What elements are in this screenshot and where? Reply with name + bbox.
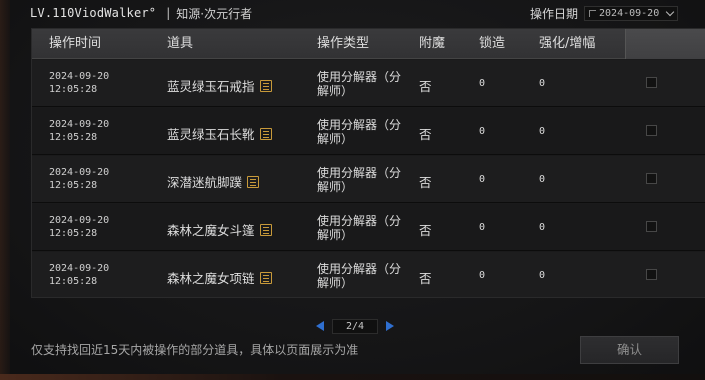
row-op-type: 使用分解器（分 解师） bbox=[317, 70, 417, 98]
row-enhance: 0 bbox=[539, 270, 546, 281]
dialog-frame: LV.110ViodWalker° | 知源·次元行者 操作日期 2024-09… bbox=[0, 0, 705, 380]
row-select-checkbox[interactable] bbox=[646, 125, 657, 136]
date-filter-label: 操作日期 bbox=[530, 7, 579, 21]
item-detail-icon[interactable] bbox=[259, 127, 272, 140]
row-time: 2024-09-20 12:05:28 bbox=[49, 262, 109, 288]
row-enchant: 否 bbox=[419, 127, 432, 142]
row-date-text: 2024-09-20 bbox=[49, 215, 110, 226]
row-op-type: 使用分解器（分 解师） bbox=[317, 262, 417, 290]
row-time-text: 12:05:28 bbox=[49, 132, 98, 143]
row-select-checkbox[interactable] bbox=[646, 269, 657, 280]
character-name: LV.110ViodWalker° bbox=[30, 6, 157, 20]
row-op-type: 使用分解器（分 解师） bbox=[317, 118, 417, 146]
item-detail-icon[interactable] bbox=[259, 79, 272, 92]
row-time-text: 12:05:28 bbox=[49, 276, 98, 287]
row-op-type: 使用分解器（分 解师） bbox=[317, 214, 417, 242]
table-row: 2024-09-20 12:05:28 蓝灵绿玉石戒指 使用分解器（分 解师） … bbox=[32, 60, 705, 107]
item-name: 蓝灵绿玉石戒指 bbox=[167, 79, 255, 94]
column-header-enhance: 强化/增幅 bbox=[539, 36, 596, 51]
table-header: 操作时间 道具 操作类型 附魔 锁造 强化/增幅 bbox=[32, 29, 705, 59]
row-lock: 0 bbox=[479, 78, 486, 89]
row-select-checkbox[interactable] bbox=[646, 77, 657, 88]
op-type-line2: 解师） bbox=[317, 276, 354, 290]
row-enhance: 0 bbox=[539, 174, 546, 185]
row-item: 深潜迷航脚蹼 bbox=[167, 172, 260, 191]
chevron-down-icon bbox=[665, 7, 675, 17]
row-item: 蓝灵绿玉石长靴 bbox=[167, 124, 272, 143]
op-type-line1: 使用分解器（分 bbox=[317, 262, 402, 276]
row-time-text: 12:05:28 bbox=[49, 180, 98, 191]
row-enchant: 否 bbox=[419, 271, 432, 286]
row-enhance: 0 bbox=[539, 78, 546, 89]
row-item: 森林之魔女斗篷 bbox=[167, 220, 272, 239]
row-enchant: 否 bbox=[419, 175, 432, 190]
op-type-line2: 解师） bbox=[317, 228, 354, 242]
row-date-text: 2024-09-20 bbox=[49, 263, 110, 274]
column-header-op-type: 操作类型 bbox=[317, 36, 370, 51]
date-value: 2024-09-20 bbox=[599, 8, 660, 19]
row-enhance: 0 bbox=[539, 222, 546, 233]
row-time: 2024-09-20 12:05:28 bbox=[49, 70, 109, 96]
table-row: 2024-09-20 12:05:28 深潜迷航脚蹼 使用分解器（分 解师） 否… bbox=[32, 156, 705, 203]
row-date-text: 2024-09-20 bbox=[49, 119, 110, 130]
op-type-line2: 解师） bbox=[317, 180, 354, 194]
op-type-line1: 使用分解器（分 bbox=[317, 166, 402, 180]
footer-note: 仅支持找回近15天内被操作的部分道具，具体以页面展示为准 bbox=[31, 343, 359, 357]
column-header-item: 道具 bbox=[167, 36, 194, 51]
row-time: 2024-09-20 12:05:28 bbox=[49, 166, 109, 192]
pagination: 2/4 bbox=[316, 318, 394, 334]
row-item: 森林之魔女项链 bbox=[167, 268, 272, 287]
row-lock: 0 bbox=[479, 222, 486, 233]
row-lock: 0 bbox=[479, 126, 486, 137]
row-enchant: 否 bbox=[419, 223, 432, 238]
op-type-line2: 解师） bbox=[317, 84, 354, 98]
column-header-select bbox=[625, 29, 705, 59]
row-time-text: 12:05:28 bbox=[49, 84, 98, 95]
header-separator: | bbox=[166, 6, 171, 20]
op-type-line1: 使用分解器（分 bbox=[317, 118, 402, 132]
row-item: 蓝灵绿玉石戒指 bbox=[167, 76, 272, 95]
date-filter: 操作日期 2024-09-20 bbox=[530, 5, 679, 22]
op-type-line1: 使用分解器（分 bbox=[317, 70, 402, 84]
row-enhance: 0 bbox=[539, 126, 546, 137]
op-type-line2: 解师） bbox=[317, 132, 354, 146]
item-name: 深潜迷航脚蹼 bbox=[167, 175, 243, 190]
row-time: 2024-09-20 12:05:28 bbox=[49, 118, 109, 144]
prev-page-arrow-icon[interactable] bbox=[316, 321, 324, 331]
item-name: 森林之魔女斗篷 bbox=[167, 223, 255, 238]
confirm-button[interactable]: 确认 bbox=[580, 336, 679, 364]
item-detail-icon[interactable] bbox=[247, 175, 260, 188]
operation-record-table: 操作时间 道具 操作类型 附魔 锁造 强化/增幅 2024-09-20 12:0… bbox=[31, 28, 705, 298]
row-date-text: 2024-09-20 bbox=[49, 71, 110, 82]
row-op-type: 使用分解器（分 解师） bbox=[317, 166, 417, 194]
table-row: 2024-09-20 12:05:28 森林之魔女项链 使用分解器（分 解师） … bbox=[32, 252, 705, 297]
item-name: 森林之魔女项链 bbox=[167, 271, 255, 286]
next-page-arrow-icon[interactable] bbox=[386, 321, 394, 331]
table-row: 2024-09-20 12:05:28 蓝灵绿玉石长靴 使用分解器（分 解师） … bbox=[32, 108, 705, 155]
table-row: 2024-09-20 12:05:28 森林之魔女斗篷 使用分解器（分 解师） … bbox=[32, 204, 705, 251]
row-select-checkbox[interactable] bbox=[646, 221, 657, 232]
row-date-text: 2024-09-20 bbox=[49, 167, 110, 178]
item-name: 蓝灵绿玉石长靴 bbox=[167, 127, 255, 142]
column-header-enchant: 附魔 bbox=[419, 36, 446, 51]
op-type-line1: 使用分解器（分 bbox=[317, 214, 402, 228]
column-header-time: 操作时间 bbox=[49, 36, 102, 51]
item-detail-icon[interactable] bbox=[259, 223, 272, 236]
row-enchant: 否 bbox=[419, 79, 432, 94]
character-title: 知源·次元行者 bbox=[176, 6, 253, 21]
column-header-lock: 锁造 bbox=[479, 36, 506, 51]
calendar-icon bbox=[589, 10, 597, 17]
date-select[interactable]: 2024-09-20 bbox=[584, 6, 679, 21]
page-indicator: 2/4 bbox=[332, 318, 378, 334]
row-time: 2024-09-20 12:05:28 bbox=[49, 214, 109, 240]
row-lock: 0 bbox=[479, 174, 486, 185]
header: LV.110ViodWalker° | 知源·次元行者 bbox=[30, 4, 252, 22]
row-time-text: 12:05:28 bbox=[49, 228, 98, 239]
item-detail-icon[interactable] bbox=[259, 271, 272, 284]
row-select-checkbox[interactable] bbox=[646, 173, 657, 184]
row-lock: 0 bbox=[479, 270, 486, 281]
